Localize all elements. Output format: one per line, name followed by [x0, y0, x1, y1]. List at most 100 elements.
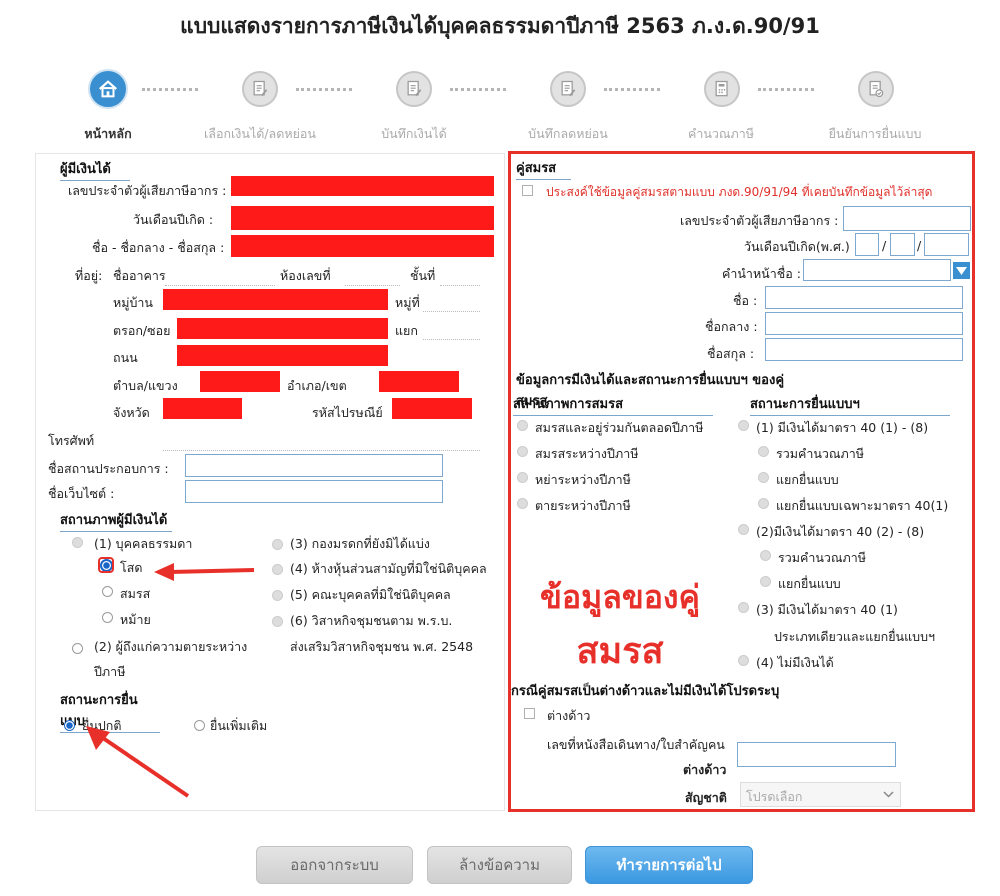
step-record-deduction[interactable]: [550, 71, 586, 107]
filing-o2a-radio[interactable]: [760, 550, 771, 561]
step-connector: [604, 88, 660, 91]
filing-o3-radio[interactable]: [738, 602, 749, 613]
spouse-middle-name-input[interactable]: [765, 312, 963, 335]
filing-additional-label: ยื่นเพิ่มเติม: [210, 718, 268, 733]
status-married-radio[interactable]: [102, 586, 113, 597]
passport-input[interactable]: [737, 742, 896, 767]
step-confirm[interactable]: [858, 71, 894, 107]
subdistrict-field[interactable]: [200, 371, 280, 392]
spouse-section-title: คู่สมรส: [516, 157, 571, 180]
chevron-down-icon: [883, 791, 894, 798]
province-label: จังหวัด: [113, 405, 150, 420]
step-connector: [142, 88, 198, 91]
filing-o1a-radio[interactable]: [758, 446, 769, 457]
floor-dotline: [440, 285, 480, 286]
website-label: ชื่อเว็บไซต์ :: [48, 486, 115, 501]
filing-o1-label: (1) มีเงินได้มาตรา 40 (1) - (8): [756, 420, 929, 435]
chevron-down-icon[interactable]: [953, 262, 970, 279]
marital-together-radio[interactable]: [517, 420, 528, 431]
marital-married-during-radio[interactable]: [517, 446, 528, 457]
spouse-middle-name-label: ชื่อกลาง :: [705, 319, 758, 334]
marital-married-during-label: สมรสระหว่างปีภาษี: [535, 446, 639, 461]
spouse-birth-day-input[interactable]: [855, 233, 879, 256]
status-group-label: (5) คณะบุคคลที่มิใช่นิติบุคคล: [290, 587, 451, 602]
spouse-birth-month-input[interactable]: [890, 233, 915, 256]
moo-dotline: [423, 311, 480, 312]
marital-divorced-label: หย่าระหว่างปีภาษี: [535, 472, 631, 487]
status-community-radio[interactable]: [272, 616, 283, 627]
filing-o1b-radio[interactable]: [758, 472, 769, 483]
progress-stepper: หน้าหลัก เลือกเงินได้/ลดหย่อน บันทึกเงิน…: [0, 66, 1000, 146]
step-select-income[interactable]: [242, 71, 278, 107]
foreign-label: ต่างด้าว: [547, 708, 591, 723]
clear-button[interactable]: ล้างข้อความ: [427, 846, 572, 884]
spouse-tax-id-input[interactable]: [843, 206, 971, 231]
foreign-checkbox[interactable]: [524, 708, 535, 719]
passport-label-2: ต่างด้าว: [683, 762, 727, 777]
marital-died-radio[interactable]: [517, 498, 528, 509]
filing-o4-radio[interactable]: [738, 655, 749, 666]
nationality-select[interactable]: โปรดเลือก: [740, 782, 901, 807]
status-deceased-radio[interactable]: [72, 643, 83, 654]
step-label-record-deduction: บันทึกลดหย่อน: [528, 126, 608, 141]
spouse-info-overlay-line1: ข้อมูลของคู่: [540, 578, 700, 616]
filing-o3-label-2: ประเภทเดียวและแยกยื่นแบบฯ: [774, 629, 936, 644]
birthdate-field[interactable]: [231, 206, 494, 230]
marital-status-title: สถานภาพการสมรส: [513, 393, 713, 416]
filing-o1-radio[interactable]: [738, 420, 749, 431]
spouse-prefix-select[interactable]: [803, 259, 951, 281]
step-home[interactable]: [88, 69, 128, 109]
village-field[interactable]: [163, 289, 388, 310]
step-label-select-income: เลือกเงินได้/ลดหย่อน: [204, 126, 316, 141]
nationality-select-value: โปรดเลือก: [746, 789, 803, 804]
full-name-field[interactable]: [231, 235, 494, 257]
spouse-birth-year-input[interactable]: [924, 233, 969, 256]
filing-o2-radio[interactable]: [738, 524, 749, 535]
spouse-tax-id-label: เลขประจำตัวผู้เสียภาษีอากร :: [680, 213, 839, 228]
use-previous-spouse-checkbox[interactable]: [522, 185, 533, 196]
website-input[interactable]: [185, 480, 443, 503]
status-person-radio[interactable]: [72, 537, 83, 548]
subdistrict-label: ตำบล/แขวง: [113, 378, 178, 393]
road-field[interactable]: [177, 345, 388, 366]
status-married-label: สมรส: [120, 586, 151, 601]
filing-o2b-radio[interactable]: [760, 576, 771, 587]
postcode-field[interactable]: [392, 398, 472, 419]
step-record-income[interactable]: [396, 71, 432, 107]
soi-field[interactable]: [177, 318, 388, 339]
next-button[interactable]: ทำรายการต่อไป: [585, 846, 753, 884]
birthdate-label: วันเดือนปีเกิด :: [133, 212, 214, 227]
road-label: ถนน: [113, 350, 138, 365]
district-label: อำเภอ/เขต: [287, 378, 347, 393]
yaek-dotline: [423, 339, 480, 340]
taxpayer-status-title: สถานภาพผู้มีเงินได้: [60, 509, 172, 532]
logout-button[interactable]: ออกจากระบบ: [256, 846, 413, 884]
filing-o2b-label: แยกยื่นแบบ: [778, 576, 841, 591]
postcode-label: รหัสไปรษณีย์: [312, 405, 383, 420]
filing-o1b-label: แยกยื่นแบบ: [776, 472, 839, 487]
status-estate-radio[interactable]: [272, 539, 283, 550]
status-partnership-radio[interactable]: [272, 564, 283, 575]
business-name-input[interactable]: [185, 454, 443, 477]
foreign-spouse-title: กรณีคู่สมรสเป็นต่างด้าวและไม่มีเงินได้โป…: [511, 684, 780, 699]
phone-label: โทรศัพท์: [48, 433, 95, 448]
province-field[interactable]: [163, 398, 242, 419]
filing-o1c-radio[interactable]: [758, 498, 769, 509]
spouse-first-name-input[interactable]: [765, 286, 963, 309]
marital-divorced-radio[interactable]: [517, 472, 528, 483]
yaek-label: แยก: [395, 323, 418, 338]
district-field[interactable]: [379, 371, 459, 392]
filing-o2a-label: รวมคำนวณภาษี: [778, 550, 867, 565]
business-name-label: ชื่อสถานประกอบการ :: [48, 461, 169, 476]
tax-id-field[interactable]: [231, 176, 494, 196]
marital-together-label: สมรสและอยู่ร่วมกันตลอดปีภาษี: [535, 420, 704, 435]
status-deceased-label-2: ปีภาษี: [94, 664, 126, 679]
step-calculate[interactable]: [704, 71, 740, 107]
filing-normal-radio[interactable]: [64, 720, 75, 731]
moo-label: หมู่ที่: [395, 295, 420, 310]
step-connector: [758, 88, 814, 91]
step-connector: [296, 88, 352, 91]
spouse-last-name-input[interactable]: [765, 338, 963, 361]
status-widowed-radio[interactable]: [102, 612, 113, 623]
status-group-radio[interactable]: [272, 590, 283, 601]
